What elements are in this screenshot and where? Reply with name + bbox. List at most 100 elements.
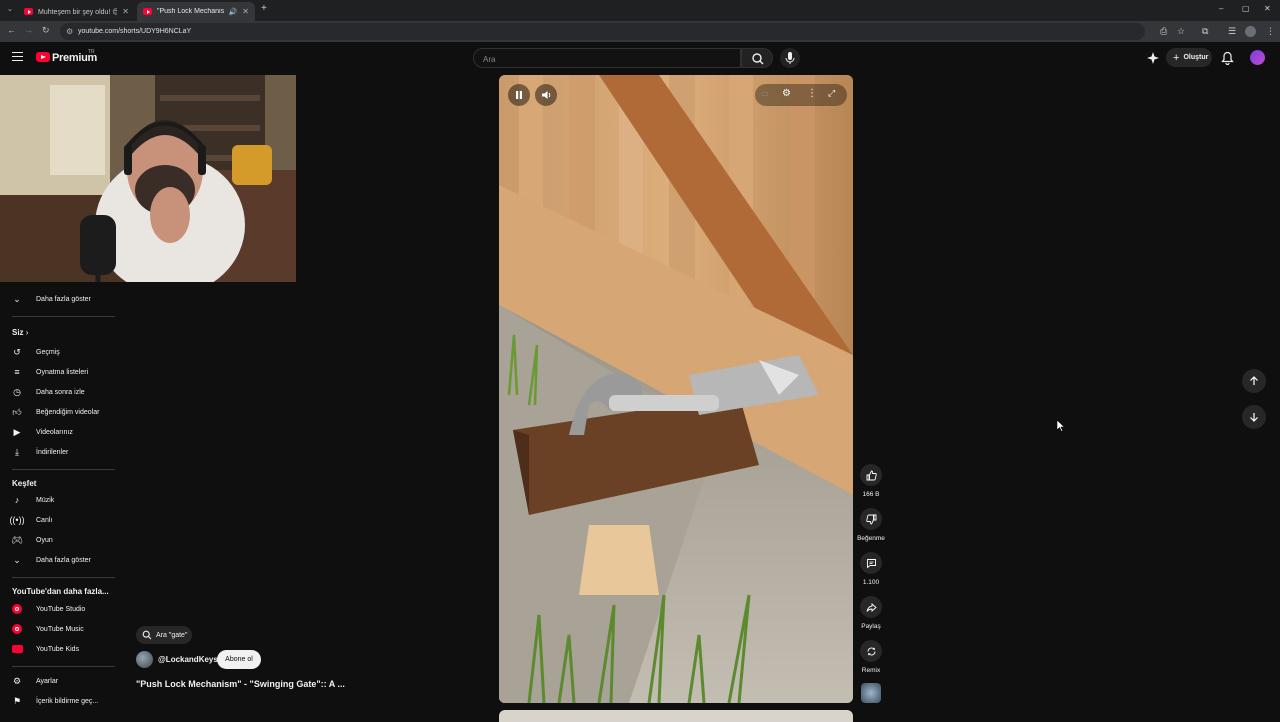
sidebar-item-report-history[interactable]: ⚑ İçerik bildirme geç... bbox=[0, 691, 120, 711]
back-icon[interactable]: ← bbox=[7, 25, 16, 35]
comment-count: 1.100 bbox=[862, 579, 880, 586]
shorts-video-player[interactable] bbox=[499, 75, 853, 703]
browser-tab[interactable]: Muhteşem bir şey oldu! 😍 - Y ✕ bbox=[18, 2, 135, 21]
sidebar-you-header[interactable]: Siz › bbox=[12, 328, 28, 337]
voice-search-button[interactable] bbox=[780, 48, 800, 68]
thumbs-up-icon bbox=[866, 470, 877, 480]
address-bar[interactable]: ⚙ youtube.com/shorts/UDY9H6NCLaY bbox=[60, 23, 1145, 40]
remix-action[interactable]: Remix bbox=[856, 640, 886, 674]
short-title[interactable]: "Push Lock Mechanism" - "Swinging Gate":… bbox=[136, 679, 345, 689]
like-count: 166 B bbox=[862, 491, 880, 498]
sidebar-item-live[interactable]: ((•)) Canlı bbox=[0, 510, 120, 530]
search-button[interactable] bbox=[741, 48, 773, 68]
remix-icon bbox=[867, 647, 875, 655]
pause-button[interactable] bbox=[508, 84, 530, 106]
sidebar-item-watch-later[interactable]: ◷ Daha sonra izle bbox=[0, 382, 120, 402]
sound-source-thumbnail[interactable] bbox=[861, 683, 881, 703]
sidebar-item-history[interactable]: ↺ Geçmiş bbox=[0, 342, 120, 362]
youtube-logo-icon[interactable] bbox=[36, 52, 50, 62]
install-app-icon[interactable]: ⎙ bbox=[1160, 26, 1167, 37]
sidebar-show-more[interactable]: ⌄ Daha fazla göster bbox=[0, 550, 120, 570]
sidebar-item-label: Daha sonra izle bbox=[36, 388, 85, 396]
browser-tab-active[interactable]: "Push Lock Mechanism" - "S 🔊 ✕ bbox=[137, 2, 255, 21]
like-action[interactable]: 166 B bbox=[856, 464, 886, 498]
sidebar-item-playlists[interactable]: ≡ Oynatma listeleri bbox=[0, 362, 120, 382]
sidebar-item-label: Ayarlar bbox=[36, 677, 59, 685]
share-action[interactable]: Paylaş bbox=[856, 596, 886, 630]
sidebar-item-downloads[interactable]: ⤓ İndirilenler bbox=[0, 442, 120, 462]
remix-button[interactable] bbox=[860, 640, 882, 662]
sidebar-item-label: Beğendiğim videolar bbox=[36, 408, 100, 416]
chevron-down-icon: ⌄ bbox=[13, 554, 21, 565]
download-icon: ⤓ bbox=[15, 446, 19, 457]
bookmark-star-icon[interactable]: ☆ bbox=[1177, 26, 1185, 37]
sidebar-item-settings[interactable]: ⚙ Ayarlar bbox=[0, 671, 120, 691]
sidebar-more-header: YouTube'dan daha fazla... bbox=[12, 587, 109, 596]
search-input[interactable]: Ara bbox=[473, 48, 741, 68]
url-text: youtube.com/shorts/UDY9H6NCLaY bbox=[78, 28, 192, 35]
thumbs-up-icon: 👍︎ bbox=[12, 406, 22, 417]
sidebar-divider bbox=[12, 666, 115, 667]
comments-action[interactable]: 1.100 bbox=[856, 552, 886, 586]
settings-gear-icon[interactable]: ⚙ bbox=[782, 88, 791, 99]
close-tab-icon[interactable]: ✕ bbox=[242, 7, 249, 16]
video-top-controls: ▭ ⚙ ⋮ ⤢ bbox=[755, 84, 847, 106]
like-button[interactable] bbox=[860, 464, 882, 486]
previous-short-button[interactable] bbox=[1242, 369, 1266, 393]
more-options-icon[interactable]: ⋮ bbox=[807, 88, 817, 99]
close-tab-icon[interactable]: ✕ bbox=[122, 7, 129, 16]
dislike-action[interactable]: Beğenme bbox=[856, 508, 886, 542]
sidebar-item-liked-videos[interactable]: 👍︎ Beğendiğim videolar bbox=[0, 402, 120, 422]
forward-icon[interactable]: → bbox=[24, 25, 33, 35]
sidebar-item-label: Müzik bbox=[36, 496, 55, 504]
volume-button[interactable] bbox=[535, 84, 557, 106]
browser-menu-icon[interactable]: ⋮ bbox=[1266, 26, 1275, 37]
site-info-icon[interactable]: ⚙ bbox=[66, 27, 73, 36]
reload-icon[interactable]: ↻ bbox=[42, 25, 50, 36]
next-short-preview[interactable] bbox=[499, 710, 853, 722]
dislike-button[interactable] bbox=[860, 508, 882, 530]
minimize-icon[interactable]: – bbox=[1219, 4, 1223, 13]
sidebar-item-youtube-studio[interactable]: YouTube Studio bbox=[0, 599, 120, 619]
sidebar-item-label: İndirilenler bbox=[36, 448, 69, 456]
sidebar-item-youtube-kids[interactable]: YouTube Kids bbox=[0, 639, 120, 659]
create-button[interactable]: + Oluştur bbox=[1166, 48, 1212, 67]
pause-icon bbox=[516, 91, 522, 99]
sidebar-show-more-top[interactable]: ⌄ Daha fazla göster bbox=[0, 289, 120, 309]
channel-avatar[interactable] bbox=[136, 651, 153, 668]
profile-icon[interactable] bbox=[1245, 26, 1256, 37]
fullscreen-icon[interactable]: ⤢ bbox=[828, 88, 835, 99]
sidebar-item-your-videos[interactable]: ▶ Videolarınız bbox=[0, 422, 120, 442]
captions-icon[interactable]: ▭ bbox=[761, 89, 769, 98]
tab-title: "Push Lock Mechanism" - "S bbox=[157, 8, 224, 15]
close-window-icon[interactable]: ✕ bbox=[1264, 4, 1271, 13]
avatar[interactable] bbox=[1250, 50, 1265, 65]
new-tab-icon[interactable]: + bbox=[261, 3, 267, 14]
youtube-favicon-icon bbox=[143, 8, 152, 15]
sidebar-item-label: Canlı bbox=[36, 516, 53, 524]
sidebar-item-gaming[interactable]: 🎮︎ Oyun bbox=[0, 530, 120, 550]
webcam-overlay bbox=[0, 75, 296, 282]
menu-icon[interactable] bbox=[12, 52, 23, 61]
video-icon: ▶ bbox=[13, 426, 21, 437]
maximize-icon[interactable]: ▢ bbox=[1242, 4, 1250, 13]
flag-icon: ⚑ bbox=[12, 695, 22, 706]
notifications-bell-icon[interactable] bbox=[1221, 51, 1234, 65]
gemini-sparkle-icon[interactable] bbox=[1146, 51, 1160, 65]
sidebar-item-youtube-music[interactable]: YouTube Music bbox=[0, 619, 120, 639]
sidebar-item-music[interactable]: ♪ Müzik bbox=[0, 490, 120, 510]
section-title: Siz bbox=[12, 328, 24, 337]
country-code: TR bbox=[88, 49, 95, 55]
next-short-button[interactable] bbox=[1242, 405, 1266, 429]
comments-button[interactable] bbox=[860, 552, 882, 574]
chevron-right-icon: › bbox=[25, 328, 29, 337]
sidebar-explore-header: Keşfet bbox=[12, 479, 37, 488]
channel-name[interactable]: @LockandKeys bbox=[158, 655, 218, 664]
extensions-icon[interactable]: ⧉ bbox=[1202, 26, 1208, 37]
tab-search-icon[interactable]: ⌄ bbox=[7, 5, 13, 13]
audio-playing-icon[interactable]: 🔊 bbox=[229, 8, 238, 16]
subscribe-button[interactable]: Abone ol bbox=[217, 650, 261, 669]
reading-list-icon[interactable]: ☰ bbox=[1228, 26, 1236, 37]
search-suggestion-chip[interactable]: Ara "gate" bbox=[136, 626, 192, 644]
share-button[interactable] bbox=[860, 596, 882, 618]
